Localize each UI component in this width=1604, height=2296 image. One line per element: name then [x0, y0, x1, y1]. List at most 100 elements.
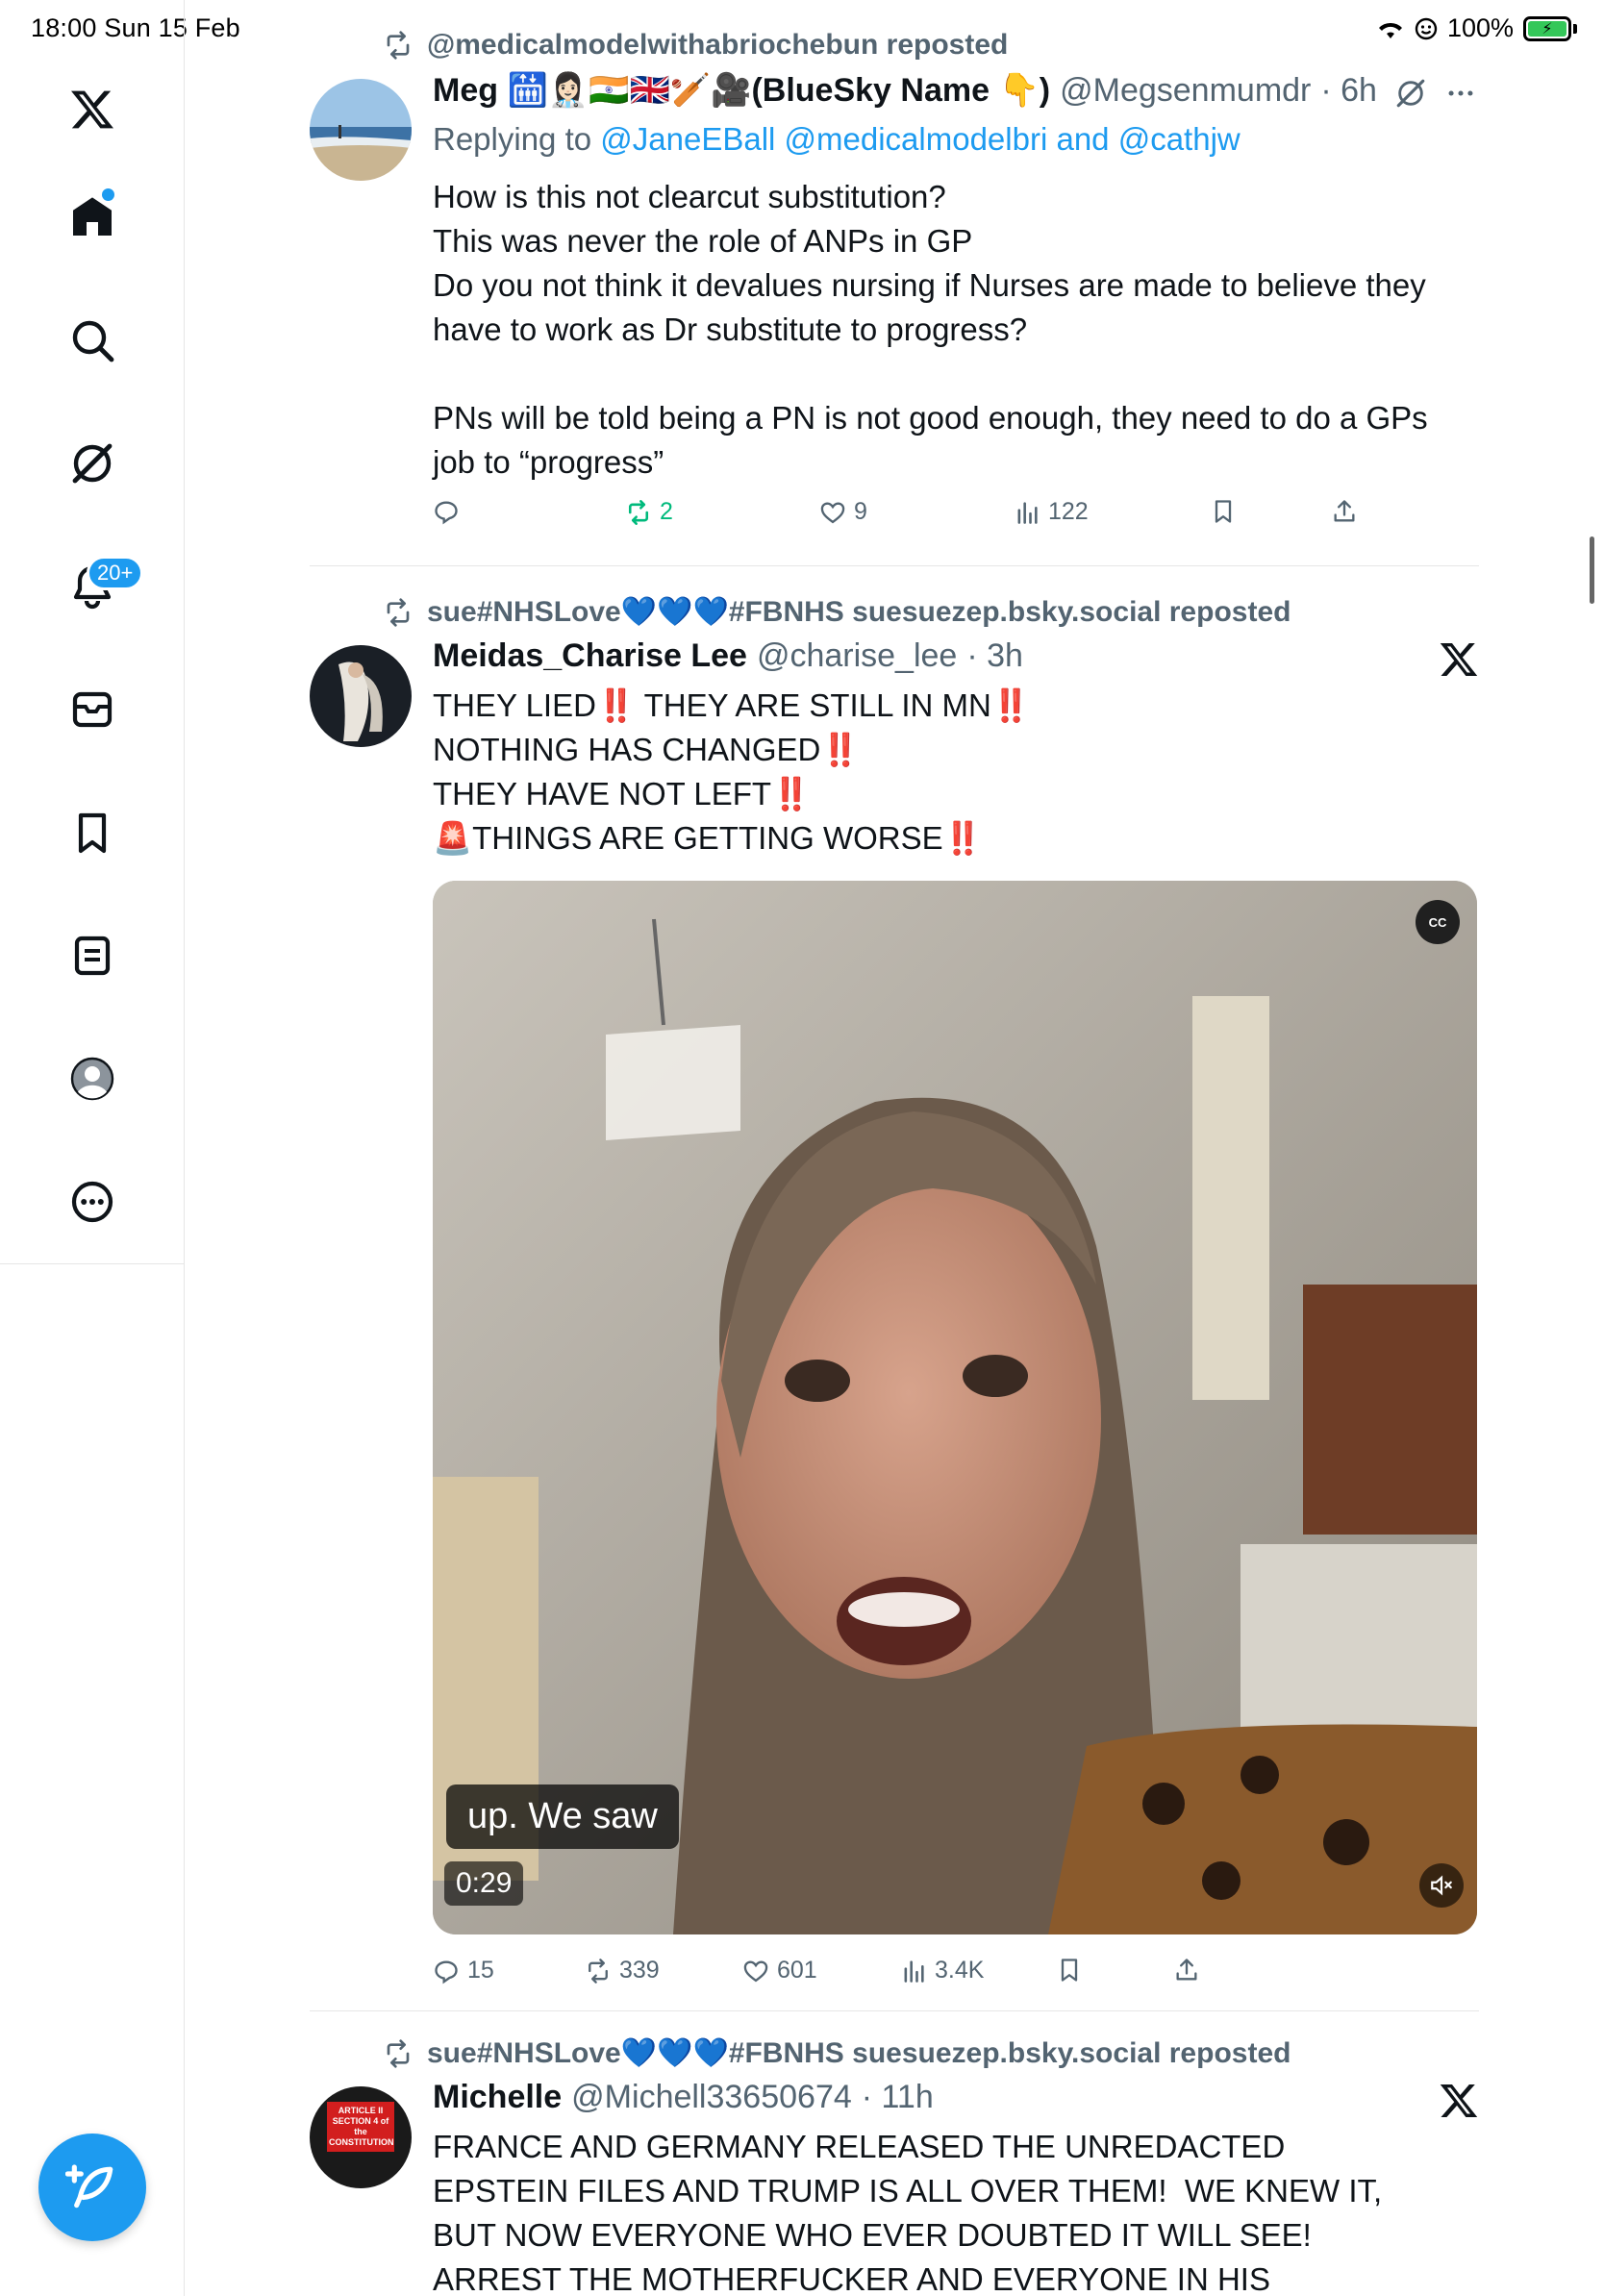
focus-smiley-icon	[1415, 17, 1438, 39]
repost-attribution: @medicalmodelwithabriochebun reposted	[383, 29, 1008, 62]
bookmarks-icon[interactable]	[65, 806, 119, 860]
video-duration: 0:29	[444, 1861, 524, 1906]
bookmark-icon	[1061, 1959, 1078, 1982]
avatar[interactable]	[310, 79, 412, 181]
views-count: 3.4K	[935, 1957, 985, 1984]
speaker-muted-icon	[1431, 1875, 1452, 1896]
tweet-text-line: FRANCE AND GERMANY RELEASED THE UNREDACT…	[433, 2129, 1383, 2296]
messages-icon[interactable]	[65, 683, 119, 736]
share-button[interactable]	[1331, 498, 1358, 525]
bookmark-button[interactable]	[1056, 1957, 1083, 1984]
more-options-icon[interactable]	[1444, 77, 1477, 110]
repost-attribution: sue#NHSLove💙💙💙#FBNHS suesuezep.bsky.soci…	[383, 595, 1291, 629]
repost-button[interactable]: 339	[585, 1957, 660, 1984]
reply-icon	[435, 1959, 458, 1984]
tweet-text-line: This was never the role of ANPs in GP	[433, 223, 973, 259]
grok-explain-icon[interactable]	[1394, 77, 1427, 110]
repost-count: 2	[660, 498, 673, 525]
replying-to: Replying to @JaneEBall @medicalmodelbri …	[433, 121, 1241, 158]
repost-icon	[589, 1958, 608, 1984]
reply-button[interactable]: 15	[433, 1957, 494, 1984]
reply-count: 15	[467, 1957, 494, 1984]
repost-label: @medicalmodelwithabriochebun reposted	[427, 29, 1009, 61]
avatar[interactable]: ARTICLE II SECTION 4 of the CONSTITUTION	[310, 2086, 412, 2188]
display-name[interactable]: Meidas_Charise Lee	[433, 637, 747, 675]
repost-label: sue#NHSLove💙💙💙#FBNHS suesuezep.bsky.soci…	[427, 596, 1291, 628]
display-name[interactable]: Michelle	[433, 2079, 562, 2116]
avatar-text: ARTICLE II SECTION 4 of the CONSTITUTION	[327, 2102, 394, 2152]
scroll-indicator[interactable]	[1590, 537, 1594, 604]
more-options-icon[interactable]	[65, 1175, 119, 1229]
tweet-actions: 2 9 122	[433, 498, 1394, 537]
share-button[interactable]	[1173, 1957, 1200, 1984]
tweet-actions: 15 339 601 3.4K	[433, 1957, 1394, 1995]
sidebar-divider	[0, 1263, 185, 1264]
heart-icon	[820, 501, 845, 523]
like-button[interactable]: 9	[819, 498, 867, 526]
repost-icon	[628, 499, 649, 525]
status-indicators: 100% ⚡	[1376, 13, 1577, 43]
views-chart-icon	[904, 1959, 924, 1983]
grok-icon[interactable]	[65, 437, 119, 490]
x-logo-icon[interactable]	[65, 83, 119, 137]
repost-attribution: sue#NHSLove💙💙💙#FBNHS suesuezep.bsky.soci…	[383, 2036, 1291, 2070]
share-icon	[1176, 1959, 1197, 1981]
notifications-badge: 20+	[87, 556, 144, 590]
like-count: 9	[854, 498, 867, 525]
video-frame	[433, 881, 1477, 1934]
repost-button[interactable]: 2	[625, 498, 673, 526]
search-icon[interactable]	[65, 313, 119, 367]
bookmark-button[interactable]	[1210, 498, 1237, 525]
tweet-text-line: Do you not think it devalues nursing if …	[433, 267, 1435, 347]
compose-feather-icon	[65, 2164, 113, 2209]
tweet-text-line: How is this not clearcut substitution?	[433, 179, 946, 214]
mute-button[interactable]	[1419, 1863, 1464, 1908]
views-count: 122	[1048, 498, 1089, 525]
battery-percent: 100%	[1446, 13, 1514, 42]
views-button[interactable]: 3.4K	[900, 1957, 984, 1984]
battery-icon: ⚡	[1523, 15, 1577, 41]
profile-avatar-icon[interactable]	[65, 1052, 119, 1106]
bookmark-icon	[1215, 500, 1232, 523]
tweet-text-line: NOTHING HAS CHANGED‼️	[433, 732, 861, 767]
tweet-header: Michelle @Michell33650674 · 11h	[433, 2079, 934, 2116]
like-button[interactable]: 601	[742, 1957, 817, 1984]
tweet-text-line: THEY LIED‼️ THEY ARE STILL IN MN‼️	[433, 687, 1031, 723]
wifi-icon	[1378, 22, 1402, 38]
tweet-text-line: THEY HAVE NOT LEFT‼️	[433, 776, 812, 811]
tweet-text: How is this not clearcut substitution? T…	[433, 175, 1452, 485]
user-handle[interactable]: @charise_lee	[757, 637, 957, 675]
reply-icon	[435, 501, 458, 525]
tweet-time[interactable]: · 11h	[862, 2079, 934, 2116]
views-button[interactable]: 122	[1014, 498, 1089, 526]
tweet-text-line: 🚨THINGS ARE GETTING WORSE‼️	[433, 820, 983, 856]
tweet-text-line: PNs will be told being a PN is not good …	[433, 400, 1437, 480]
home-unread-dot	[102, 188, 114, 201]
tweet-time[interactable]: · 6h	[1320, 72, 1377, 110]
tweet-time[interactable]: · 3h	[966, 637, 1023, 675]
avatar[interactable]	[310, 645, 412, 747]
tweet-header: Meidas_Charise Lee @charise_lee · 3h	[433, 637, 1023, 675]
heart-icon	[743, 1959, 768, 1982]
repost-icon	[387, 2038, 410, 2068]
lists-icon[interactable]	[65, 929, 119, 983]
captions-button[interactable]: CC	[1416, 900, 1460, 944]
x-source-icon	[1440, 2084, 1478, 2117]
replying-to-handles[interactable]: @JaneEBall @medicalmodelbri and @cathjw	[600, 121, 1240, 157]
compose-post-button[interactable]	[38, 2134, 146, 2241]
display-name[interactable]: Meg 🛗👩🏻‍⚕️🇮🇳🇬🇧🏏🎥(BlueSky Name 👇)	[433, 71, 1050, 110]
repost-label: sue#NHSLove💙💙💙#FBNHS suesuezep.bsky.soci…	[427, 2037, 1291, 2069]
replying-to-prefix: Replying to	[433, 121, 601, 157]
sidebar: 20+	[0, 0, 185, 2296]
repost-icon	[387, 31, 410, 60]
user-handle[interactable]: @Michell33650674	[571, 2079, 852, 2116]
reply-button[interactable]	[433, 498, 467, 525]
tweet-divider	[310, 2010, 1479, 2011]
tweet-text: FRANCE AND GERMANY RELEASED THE UNREDACT…	[433, 2125, 1394, 2296]
user-handle[interactable]: @Megsenmumdr	[1060, 72, 1311, 110]
video-caption: up. We saw	[446, 1784, 679, 1849]
repost-icon	[387, 597, 410, 627]
share-icon	[1334, 500, 1355, 522]
views-chart-icon	[1017, 501, 1038, 524]
video-player[interactable]: CC up. We saw 0:29	[433, 881, 1477, 1934]
